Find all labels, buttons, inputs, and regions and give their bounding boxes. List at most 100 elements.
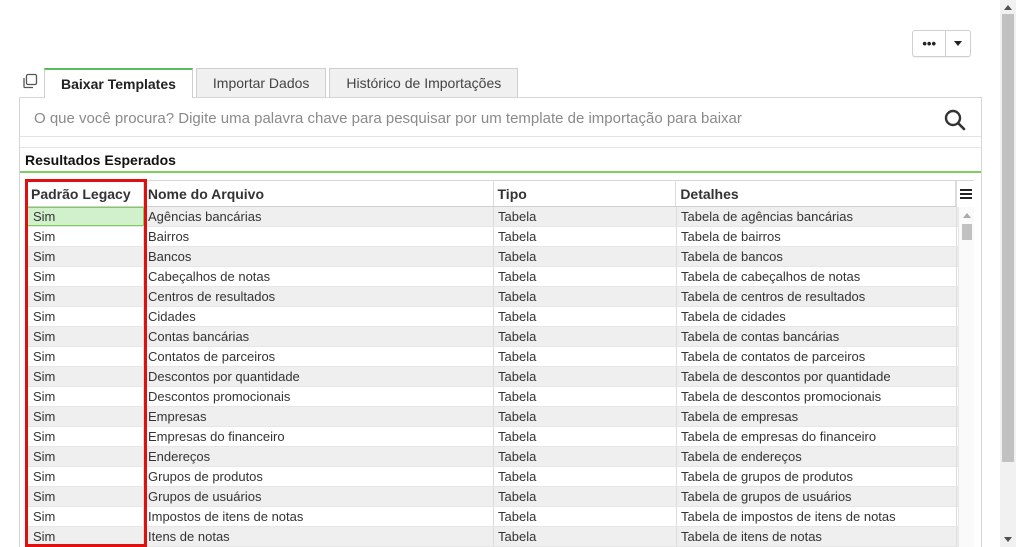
cell-padrao-legacy[interactable]: Sim (27, 447, 144, 466)
cell-padrao-legacy[interactable]: Sim (27, 467, 144, 486)
cell-tipo[interactable]: Tabela (494, 227, 677, 246)
table-row[interactable]: Sim Impostos de itens de notas Tabela Tabel… (27, 507, 974, 527)
page-scroll-down-icon[interactable] (1004, 537, 1012, 542)
tab-historico-importacoes[interactable]: Histórico de Importações (329, 68, 519, 97)
cell-nome-arquivo[interactable]: Cidades (144, 307, 494, 326)
cell-tipo[interactable]: Tabela (494, 427, 677, 446)
grid-scroll-thumb[interactable] (962, 224, 972, 240)
table-row[interactable]: Sim Empresas do financeiro Tabela Tabela de… (27, 427, 974, 447)
cell-nome-arquivo[interactable]: Empresas do financeiro (144, 427, 494, 446)
cell-detalhes[interactable]: Tabela de impostos de itens de notas (677, 507, 957, 526)
cell-nome-arquivo[interactable]: Impostos de itens de notas (144, 507, 494, 526)
more-options-dropdown-button[interactable] (945, 31, 970, 56)
table-row[interactable]: Sim Cidades Tabela Tabela de cidades (27, 307, 974, 327)
cell-tipo[interactable]: Tabela (494, 307, 677, 326)
cell-tipo[interactable]: Tabela (494, 527, 677, 546)
cell-detalhes[interactable]: Tabela de contatos de parceiros (677, 347, 957, 366)
cell-tipo[interactable]: Tabela (494, 367, 677, 386)
cell-padrao-legacy[interactable]: Sim (27, 227, 144, 246)
cell-nome-arquivo[interactable]: Descontos por quantidade (144, 367, 494, 386)
table-row[interactable]: Sim Contas bancárias Tabela Tabela de conta… (27, 327, 974, 347)
cell-tipo[interactable]: Tabela (494, 267, 677, 286)
cell-detalhes[interactable]: Tabela de grupos de usuários (677, 487, 957, 506)
tab-importar-dados[interactable]: Importar Dados (195, 68, 327, 97)
page-scroll-thumb[interactable] (1002, 14, 1014, 462)
table-row[interactable]: Sim Itens de notas Tabela Tabela de itens d… (27, 527, 974, 547)
cell-detalhes[interactable]: Tabela de cabeçalhos de notas (677, 267, 957, 286)
cell-nome-arquivo[interactable]: Contatos de parceiros (144, 347, 494, 366)
table-row[interactable]: Sim Grupos de produtos Tabela Tabela de gru… (27, 467, 974, 487)
cell-padrao-legacy[interactable]: Sim (27, 327, 144, 346)
cell-padrao-legacy[interactable]: Sim (27, 387, 144, 406)
cell-nome-arquivo[interactable]: Empresas (144, 407, 494, 426)
table-row[interactable]: Sim Endereços Tabela Tabela de endereços (27, 447, 974, 467)
cell-tipo[interactable]: Tabela (494, 487, 677, 506)
cell-tipo[interactable]: Tabela (494, 287, 677, 306)
table-row[interactable]: Sim Bancos Tabela Tabela de bancos (27, 247, 974, 267)
cell-tipo[interactable]: Tabela (494, 247, 677, 266)
cell-detalhes[interactable]: Tabela de endereços (677, 447, 957, 466)
column-header-nome-arquivo[interactable]: Nome do Arquivo (144, 181, 494, 206)
more-options-button[interactable]: ••• (913, 31, 945, 56)
search-icon[interactable] (944, 109, 966, 131)
cell-nome-arquivo[interactable]: Agências bancárias (144, 207, 494, 226)
table-row[interactable]: Sim Centros de resultados Tabela Tabela de … (27, 287, 974, 307)
cell-detalhes[interactable]: Tabela de cidades (677, 307, 957, 326)
column-header-tipo[interactable]: Tipo (494, 181, 677, 206)
cell-padrao-legacy[interactable]: Sim (27, 407, 144, 426)
cell-padrao-legacy[interactable]: Sim (27, 207, 144, 226)
page-scrollbar[interactable] (1000, 0, 1016, 547)
table-row[interactable]: Sim Descontos promocionais Tabela Tabela de… (27, 387, 974, 407)
column-header-padrao-legacy[interactable]: Padrão Legacy (27, 181, 144, 206)
cell-nome-arquivo[interactable]: Grupos de produtos (144, 467, 494, 486)
table-row[interactable]: Sim Cabeçalhos de notas Tabela Tabela de ca… (27, 267, 974, 287)
cell-padrao-legacy[interactable]: Sim (27, 247, 144, 266)
cell-tipo[interactable]: Tabela (494, 507, 677, 526)
scroll-up-icon[interactable] (963, 213, 971, 218)
cell-padrao-legacy[interactable]: Sim (27, 267, 144, 286)
cell-padrao-legacy[interactable]: Sim (27, 347, 144, 366)
table-row[interactable]: Sim Contatos de parceiros Tabela Tabela de … (27, 347, 974, 367)
cell-nome-arquivo[interactable]: Itens de notas (144, 527, 494, 546)
table-row[interactable]: Sim Descontos por quantidade Tabela Tabela … (27, 367, 974, 387)
cell-nome-arquivo[interactable]: Grupos de usuários (144, 487, 494, 506)
copy-icon[interactable] (22, 73, 38, 89)
cell-nome-arquivo[interactable]: Contas bancárias (144, 327, 494, 346)
cell-padrao-legacy[interactable]: Sim (27, 507, 144, 526)
page-scroll-up-icon[interactable] (1004, 5, 1012, 10)
cell-tipo[interactable]: Tabela (494, 467, 677, 486)
cell-nome-arquivo[interactable]: Centros de resultados (144, 287, 494, 306)
cell-tipo[interactable]: Tabela (494, 407, 677, 426)
cell-detalhes[interactable]: Tabela de contas bancárias (677, 327, 957, 346)
cell-nome-arquivo[interactable]: Descontos promocionais (144, 387, 494, 406)
cell-padrao-legacy[interactable]: Sim (27, 367, 144, 386)
cell-detalhes[interactable]: Tabela de descontos promocionais (677, 387, 957, 406)
tab-baixar-templates[interactable]: Baixar Templates (44, 68, 193, 98)
cell-padrao-legacy[interactable]: Sim (27, 307, 144, 326)
cell-detalhes[interactable]: Tabela de bairros (677, 227, 957, 246)
table-row[interactable]: Sim Agências bancárias Tabela Tabela de agê… (27, 207, 974, 227)
cell-detalhes[interactable]: Tabela de agências bancárias (677, 207, 957, 226)
cell-padrao-legacy[interactable]: Sim (27, 527, 144, 546)
cell-tipo[interactable]: Tabela (494, 387, 677, 406)
cell-tipo[interactable]: Tabela (494, 327, 677, 346)
cell-detalhes[interactable]: Tabela de empresas (677, 407, 957, 426)
cell-detalhes[interactable]: Tabela de empresas do financeiro (677, 427, 957, 446)
cell-nome-arquivo[interactable]: Bairros (144, 227, 494, 246)
cell-padrao-legacy[interactable]: Sim (27, 487, 144, 506)
cell-nome-arquivo[interactable]: Bancos (144, 247, 494, 266)
cell-tipo[interactable]: Tabela (494, 447, 677, 466)
cell-detalhes[interactable]: Tabela de centros de resultados (677, 287, 957, 306)
search-input[interactable] (34, 107, 914, 129)
cell-tipo[interactable]: Tabela (494, 207, 677, 226)
table-row[interactable]: Sim Bairros Tabela Tabela de bairros (27, 227, 974, 247)
cell-padrao-legacy[interactable]: Sim (27, 427, 144, 446)
table-row[interactable]: Sim Empresas Tabela Tabela de empresas (27, 407, 974, 427)
cell-nome-arquivo[interactable]: Cabeçalhos de notas (144, 267, 494, 286)
cell-tipo[interactable]: Tabela (494, 347, 677, 366)
cell-padrao-legacy[interactable]: Sim (27, 287, 144, 306)
cell-nome-arquivo[interactable]: Endereços (144, 447, 494, 466)
grid-scrollbar[interactable] (958, 207, 974, 547)
cell-detalhes[interactable]: Tabela de grupos de produtos (677, 467, 957, 486)
cell-detalhes[interactable]: Tabela de itens de notas (677, 527, 957, 546)
